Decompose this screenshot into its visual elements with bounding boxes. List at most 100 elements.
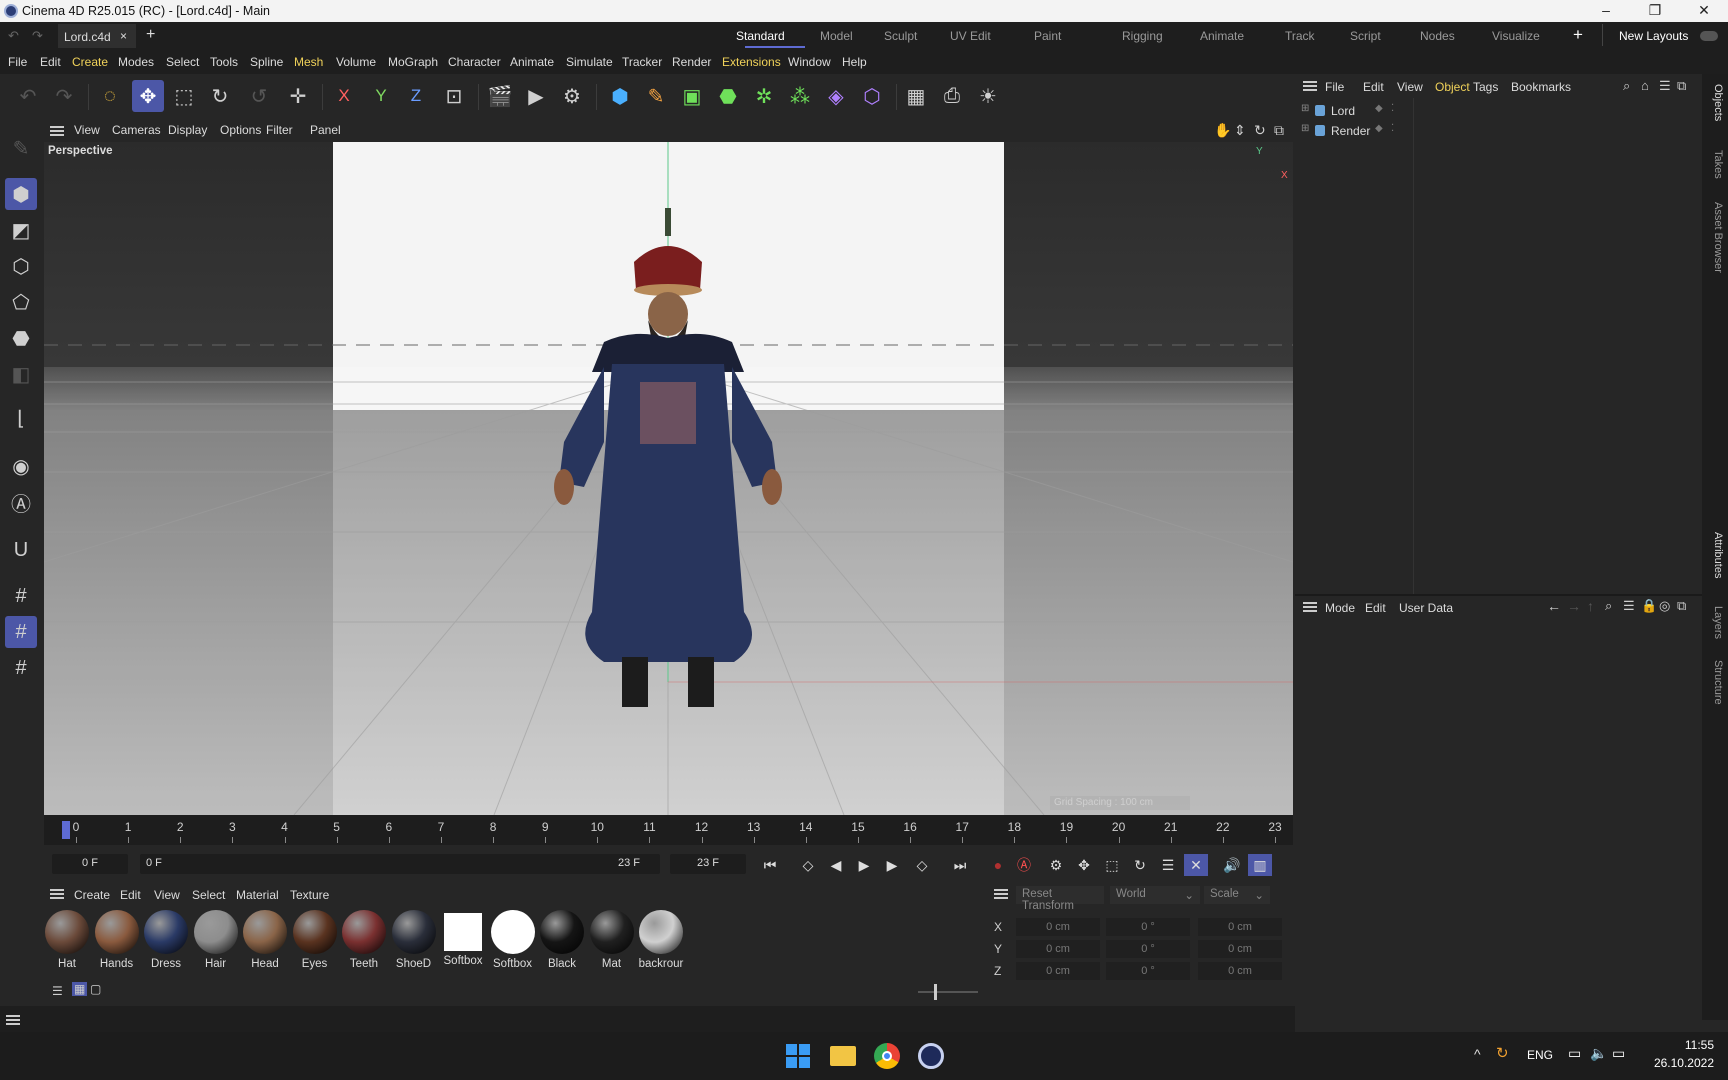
object-menu-file[interactable]: File [1325, 80, 1344, 94]
material-swatch[interactable]: Head [242, 910, 288, 970]
menu-help[interactable]: Help [842, 55, 867, 69]
chrome-icon[interactable] [874, 1043, 900, 1069]
cube-icon[interactable]: ⬢ [604, 80, 636, 112]
viewport-menu-icon[interactable] [50, 125, 64, 139]
layout-tab-script[interactable]: Script [1350, 29, 1381, 43]
key-scale-icon[interactable]: ⬚ [1100, 854, 1124, 876]
new-layouts-button[interactable]: New Layouts [1619, 29, 1688, 43]
coord-menu-icon[interactable] [994, 888, 1008, 902]
axis-mode-icon[interactable]: ⌊ [5, 402, 37, 434]
key-position-icon[interactable]: ✥ [1072, 854, 1096, 876]
attributes-menu-icon[interactable] [1303, 601, 1317, 615]
layout-tab-nodes[interactable]: Nodes [1420, 29, 1455, 43]
uv-mode-icon[interactable]: ◧ [5, 358, 37, 390]
material-swatch[interactable]: Mat [589, 910, 635, 970]
layout-tab-track[interactable]: Track [1285, 29, 1315, 43]
render-settings-icon[interactable]: ⚙ [556, 80, 588, 112]
material-swatch[interactable]: Softbox [440, 910, 486, 967]
clock-time[interactable]: 11:55 [1658, 1038, 1714, 1052]
object-menu-object[interactable]: Object [1435, 80, 1470, 94]
tab-takes[interactable]: Takes [1712, 150, 1724, 179]
attr-search-icon[interactable]: ⌕ [1605, 598, 1612, 614]
menu-spline[interactable]: Spline [250, 55, 283, 69]
points-mode-icon[interactable]: ⬡ [5, 250, 37, 282]
list-view-icon[interactable]: ☰ [52, 984, 63, 998]
viewport-menu-view[interactable]: View [74, 123, 100, 137]
layout-tab-sculpt[interactable]: Sculpt [884, 29, 917, 43]
polygons-mode-icon[interactable]: ⬣ [5, 322, 37, 354]
material-swatch[interactable]: ShoeD [391, 910, 437, 970]
field-icon[interactable]: ⬡ [856, 80, 888, 112]
tab-objects[interactable]: Objects [1712, 84, 1724, 121]
layout-tab-model[interactable]: Model [820, 29, 853, 43]
object-menu-tags[interactable]: Tags [1473, 80, 1498, 94]
solo-icon[interactable]: ◉ [5, 450, 37, 482]
object-row[interactable]: ⊞ Render ◆ ⁚ [1295, 122, 1413, 140]
clock-date[interactable]: 26.10.2022 [1644, 1056, 1714, 1070]
object-row[interactable]: ⊞ Lord ◆ ⁚ [1295, 102, 1413, 120]
previous-frame-icon[interactable]: ◀ [824, 854, 848, 876]
orbit-icon[interactable]: ↻ [1254, 122, 1266, 139]
target-icon[interactable]: ◎ [1659, 598, 1670, 614]
search-icon[interactable]: ⌕ [1623, 78, 1630, 94]
material-swatch[interactable]: backrour [638, 910, 684, 970]
menu-character[interactable]: Character [448, 55, 501, 69]
extrude-generator-icon[interactable]: ⬣ [712, 80, 744, 112]
coord-rotation-field[interactable]: 0 ° [1106, 940, 1190, 958]
viewport-menu-filter[interactable]: Filter [266, 123, 293, 137]
viewport-menu-display[interactable]: Display [168, 123, 207, 137]
menu-tools[interactable]: Tools [210, 55, 238, 69]
object-menu-icon[interactable] [1303, 80, 1317, 94]
layout-tab-paint[interactable]: Paint [1034, 29, 1061, 43]
material-swatch[interactable]: Dress [143, 910, 189, 970]
tab-attributes[interactable]: Attributes [1712, 532, 1724, 578]
menu-mesh[interactable]: Mesh [294, 55, 323, 69]
restore-icon[interactable]: ❐ [1645, 2, 1665, 19]
expand-icon[interactable]: ⊞ [1301, 123, 1309, 134]
coord-position-field[interactable]: 0 cm [1016, 918, 1100, 936]
attr-filter-icon[interactable]: ☰ [1623, 598, 1635, 614]
material-menu-icon[interactable] [50, 888, 64, 902]
object-name[interactable]: Lord [1331, 104, 1355, 118]
back-icon[interactable]: ← [1547, 598, 1561, 614]
rotate-icon[interactable]: ↻ [204, 80, 236, 112]
material-swatch[interactable]: Softbox [490, 910, 536, 970]
material-menu-material[interactable]: Material [236, 888, 279, 902]
attributes-menu-mode[interactable]: Mode [1325, 601, 1355, 615]
layer-icon[interactable]: ◆ [1375, 103, 1383, 114]
viewport-menu-cameras[interactable]: Cameras [112, 123, 161, 137]
language-indicator[interactable]: ENG [1527, 1048, 1553, 1062]
layout-toggle[interactable] [1700, 31, 1718, 41]
timeline-ruler[interactable]: 0 1 2 3 4 5 6 7 8 9 10 11 12 13 14 15 16 17 18 19 20 21 22 23 [44, 815, 1293, 845]
cloner-icon[interactable]: ✲ [748, 80, 780, 112]
object-name[interactable]: Render [1331, 124, 1370, 138]
key-pla-icon[interactable]: ✕ [1184, 854, 1208, 876]
windows-start-icon[interactable] [786, 1044, 810, 1068]
snap-auto-icon[interactable]: # [5, 652, 37, 684]
coord-scale-field[interactable]: 0 cm [1198, 962, 1282, 980]
icon-size-slider[interactable] [918, 991, 978, 993]
perspective-viewport[interactable]: Perspective Y X Grid Spacing : 100 cm [44, 142, 1293, 815]
zoom-icon[interactable]: ⇕ [1234, 122, 1246, 139]
update-icon[interactable]: ↻ [1496, 1044, 1509, 1062]
pan-icon[interactable]: ✋ [1214, 122, 1231, 139]
tab-layers[interactable]: Layers [1712, 606, 1724, 639]
key-parameter-icon[interactable]: ☰ [1156, 854, 1180, 876]
object-menu-edit[interactable]: Edit [1363, 80, 1384, 94]
tab-structure[interactable]: Structure [1712, 660, 1724, 705]
material-menu-edit[interactable]: Edit [120, 888, 141, 902]
object-menu-view[interactable]: View [1397, 80, 1423, 94]
undo-icon[interactable]: ↶ [12, 80, 44, 112]
volume-icon[interactable]: 🔈 [1590, 1045, 1607, 1062]
record-icon[interactable]: ● [986, 854, 1010, 876]
camera-icon[interactable]: ⎙ [936, 80, 968, 112]
coordinate-system-icon[interactable]: ⊡ [438, 80, 470, 112]
current-frame-field[interactable]: 0 F [52, 854, 128, 874]
cinema4d-taskbar-icon[interactable] [918, 1043, 944, 1069]
magnet-snap-icon[interactable]: U [5, 534, 37, 566]
next-key-icon[interactable]: ◇ [910, 854, 934, 876]
filter-icon[interactable]: ☰ [1659, 78, 1671, 94]
menu-file[interactable]: File [8, 55, 27, 69]
layout-tab-visualize[interactable]: Visualize [1492, 29, 1540, 43]
next-frame-icon[interactable]: ▶ [880, 854, 904, 876]
